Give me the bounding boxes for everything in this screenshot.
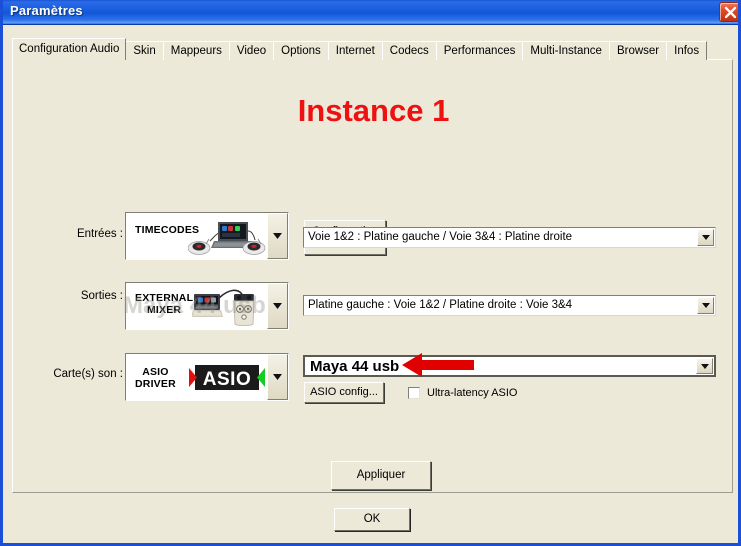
inputs-mode-combobox[interactable]: TIMECODES [125,212,289,260]
page-title: Instance 1 [297,93,450,128]
soundcard-device-dropdown-arrow[interactable] [696,358,713,374]
soundcard-device-combobox[interactable]: Maya 44 usb [303,355,716,377]
outputs-mode-combobox[interactable]: EXTERNAL MIXER [125,282,289,330]
ultra-latency-asio-checkbox-group[interactable]: Ultra-latency ASIO [408,387,517,399]
ultra-latency-asio-checkbox[interactable] [408,387,420,399]
chevron-down-icon [701,303,710,308]
inputs-label: Entrées : [76,228,123,240]
soundcards-mode-caption-line2: DRIVER [135,378,176,390]
tab-options[interactable]: Options [273,41,329,60]
settings-window: Paramètres Configuration Audio Skin Mapp… [0,0,741,546]
chevron-down-icon [273,303,282,309]
ok-button[interactable]: OK [334,508,410,531]
soundcards-mode-dropdown-arrow[interactable] [267,354,288,400]
inputs-mode-dropdown-arrow[interactable] [267,213,288,259]
tab-performances[interactable]: Performances [435,41,524,60]
tab-strip: Configuration Audio Skin Mappeurs Video … [12,38,708,60]
outputs-mode-preview: EXTERNAL MIXER [126,283,266,329]
window-title: Paramètres [10,3,83,18]
soundcards-mode-caption-line1: ASIO [142,366,169,378]
chevron-down-icon [701,235,710,240]
tab-codecs[interactable]: Codecs [381,41,437,60]
inputs-routing-dropdown-arrow[interactable] [697,229,714,246]
soundcard-device-value: Maya 44 usb [310,358,400,375]
soundcards-label: Carte(s) son : [53,368,123,380]
tab-infos[interactable]: Infos [666,41,708,60]
tab-skin[interactable]: Skin [125,41,164,60]
outputs-routing-combobox[interactable]: Platine gauche : Voie 1&2 / Platine droi… [303,295,716,316]
tab-mappeurs[interactable]: Mappeurs [162,41,230,60]
outputs-routing-value: Platine gauche : Voie 1&2 / Platine droi… [308,299,573,311]
close-icon [724,6,737,19]
soundcards-mode-caption: ASIO DRIVER [135,366,176,390]
outputs-mode-dropdown-arrow[interactable] [267,283,288,329]
outputs-mode-caption: EXTERNAL MIXER [135,292,193,316]
apply-button[interactable]: Appliquer [331,461,431,490]
turntables-laptop-icon [188,222,266,255]
mixer-speaker-icon [192,289,255,326]
asio-config-button[interactable]: ASIO config... [304,382,384,403]
tab-video[interactable]: Video [228,41,275,60]
tab-internet[interactable]: Internet [327,41,383,60]
svg-text:ASIO: ASIO [203,369,251,390]
inputs-routing-combobox[interactable]: Voie 1&2 : Platine gauche / Voie 3&4 : P… [303,227,716,248]
chevron-down-icon [273,374,282,380]
chevron-down-icon [273,233,282,239]
window-titlebar: Paramètres [3,0,738,25]
soundcards-mode-combobox[interactable]: ASIO DRIVER ASIO [125,353,289,401]
asio-logo: ASIO [189,365,265,390]
ultra-latency-asio-label: Ultra-latency ASIO [427,387,518,399]
soundcards-mode-preview: ASIO DRIVER ASIO [126,354,266,400]
outputs-mode-caption-line2: MIXER [146,304,182,316]
inputs-mode-preview: TIMECODES [126,213,266,259]
close-button[interactable] [719,2,738,22]
configuration-audio-panel: Instance 1 Entrées : TIMECODES Voie 1&2 … [12,59,733,493]
tab-multi-instance[interactable]: Multi-Instance [522,41,610,60]
tab-browser[interactable]: Browser [608,41,668,60]
inputs-routing-value: Voie 1&2 : Platine gauche / Voie 3&4 : P… [308,231,573,243]
outputs-routing-dropdown-arrow[interactable] [697,297,714,314]
tab-configuration-audio[interactable]: Configuration Audio [12,38,127,60]
outputs-mode-caption-line1: EXTERNAL [135,292,194,304]
chevron-down-icon [700,363,709,369]
outputs-label: Sorties : [80,290,123,302]
